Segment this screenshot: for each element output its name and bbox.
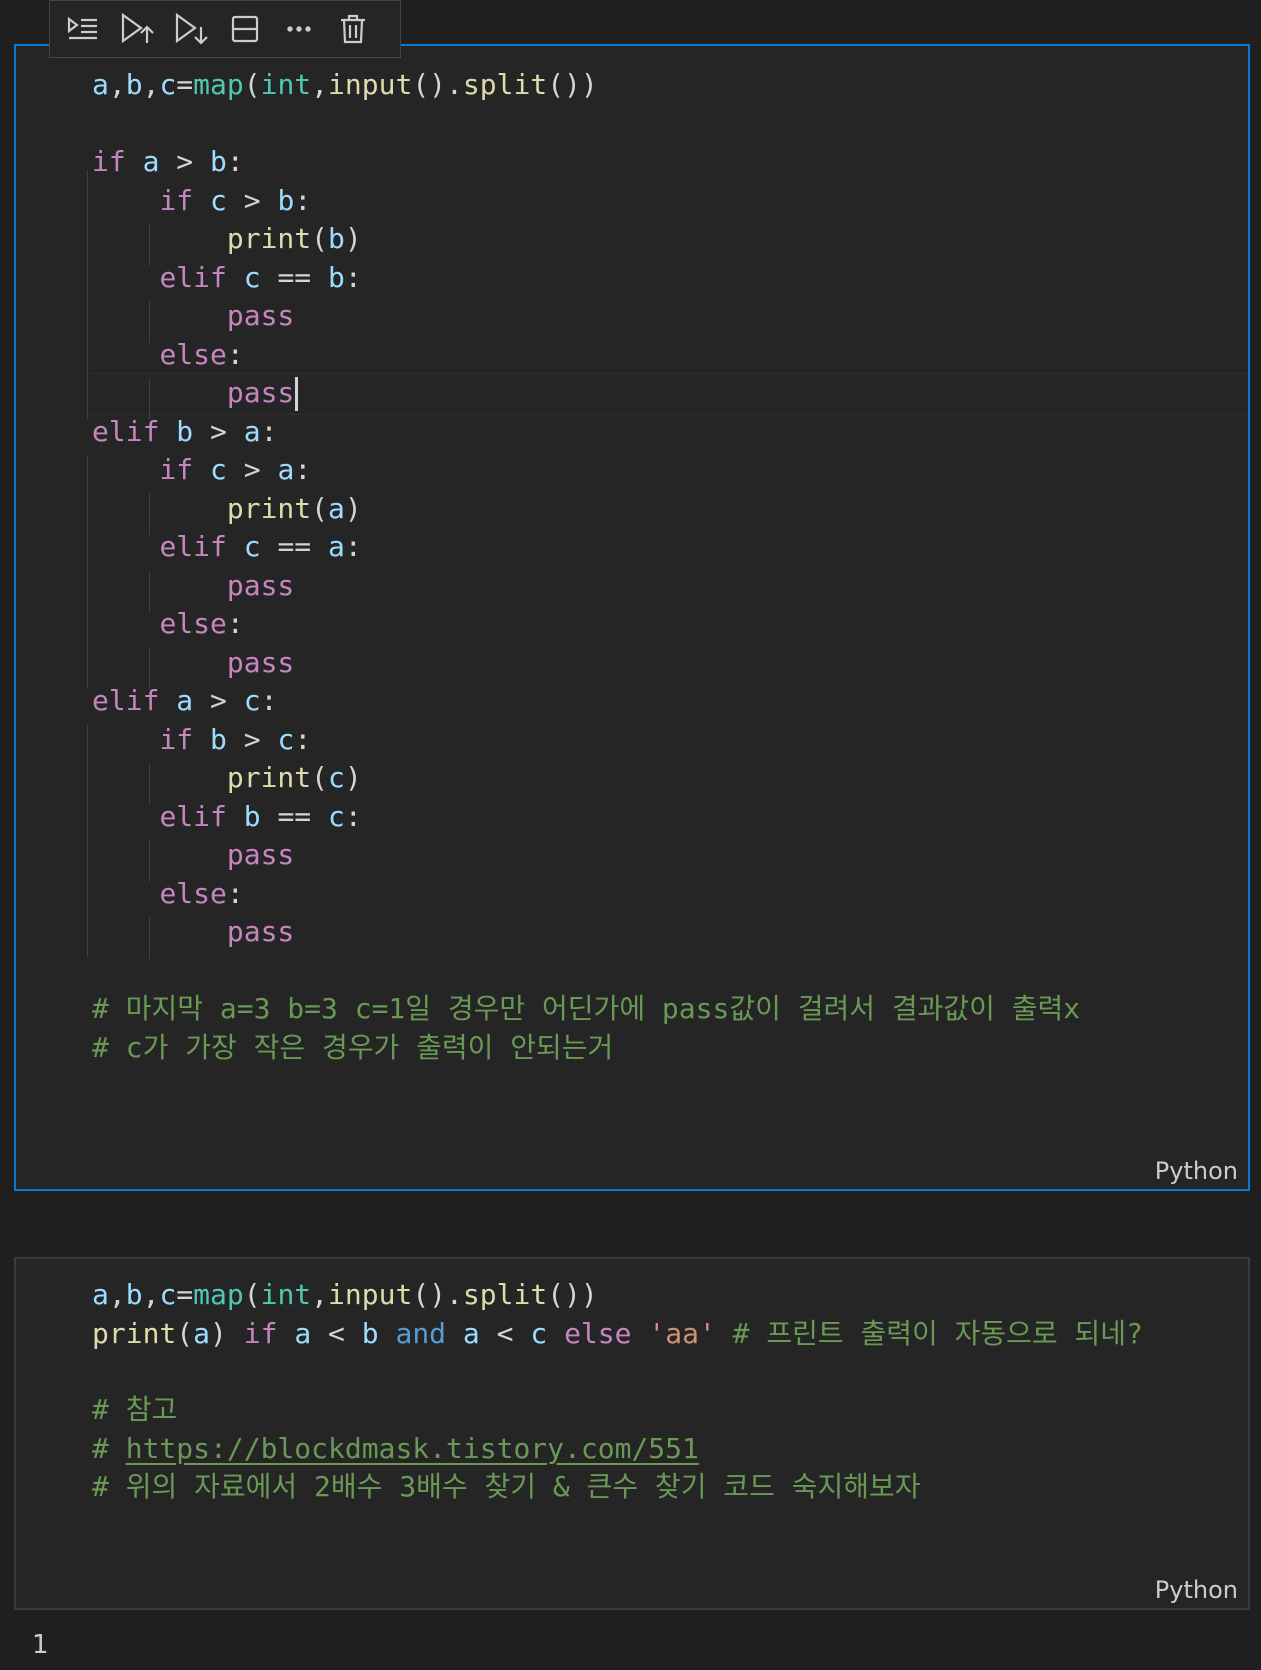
code-line[interactable]: elif a > c:: [92, 680, 277, 722]
code-line[interactable]: elif c == b:: [92, 257, 361, 299]
code-line[interactable]: if c > a:: [92, 449, 311, 491]
code-line[interactable]: a,b,c=map(int,input().split()): [92, 64, 598, 106]
execute-above-cells-button[interactable]: [62, 8, 104, 50]
comment-line[interactable]: # c가 가장 작은 경우가 출력이 안되는거: [92, 1027, 613, 1069]
code-line[interactable]: print(a) if a < b and a < c else 'aa' # …: [92, 1313, 1143, 1355]
code-line[interactable]: pass: [92, 565, 294, 607]
code-line[interactable]: a,b,c=map(int,input().split()): [92, 1274, 598, 1316]
indent-guide: [87, 724, 88, 957]
cell-language-label[interactable]: Python: [1155, 1157, 1238, 1185]
split-cell-button[interactable]: [224, 8, 266, 50]
indent-guide: [87, 170, 88, 419]
comment-line[interactable]: # 위의 자료에서 2배수 3배수 찾기 & 큰수 찾기 코드 숙지해보자: [92, 1466, 921, 1508]
code-line[interactable]: print(b): [92, 218, 362, 260]
more-actions-button[interactable]: [278, 8, 320, 50]
code-line[interactable]: pass: [92, 372, 299, 414]
code-line[interactable]: pass: [92, 911, 294, 953]
comment-line[interactable]: # 참고: [92, 1389, 177, 1431]
run-above-icon: [121, 12, 154, 44]
code-line[interactable]: if c > b:: [92, 180, 311, 222]
text-cursor: [295, 377, 299, 411]
comment-line[interactable]: # https://blockdmask.tistory.com/551: [92, 1428, 699, 1470]
code-line[interactable]: print(a): [92, 488, 362, 530]
code-line[interactable]: else:: [92, 873, 243, 915]
delete-cell-button[interactable]: [332, 8, 374, 50]
code-cell-active[interactable]: a,b,c=map(int,input().split()) if a > b:…: [14, 44, 1250, 1191]
code-line[interactable]: pass: [92, 642, 294, 684]
code-cell[interactable]: a,b,c=map(int,input().split()) print(a) …: [14, 1257, 1250, 1610]
indent-guide: [87, 455, 88, 689]
code-line[interactable]: if a > b:: [92, 141, 244, 183]
code-line[interactable]: print(c): [92, 757, 362, 799]
code-line[interactable]: elif c == a:: [92, 526, 361, 568]
code-line[interactable]: elif b > a:: [92, 411, 277, 453]
reference-link[interactable]: https://blockdmask.tistory.com/551: [126, 1432, 699, 1465]
code-line[interactable]: else:: [92, 603, 243, 645]
code-line[interactable]: if b > c:: [92, 719, 311, 761]
cell-output: 1: [32, 1630, 49, 1660]
code-line[interactable]: pass: [92, 295, 294, 337]
code-line[interactable]: else:: [92, 334, 243, 376]
run-below-icon: [175, 12, 208, 45]
execute-cell-and-below-button[interactable]: [170, 8, 212, 50]
ellipsis-icon: [287, 26, 311, 32]
cell-language-label[interactable]: Python: [1155, 1576, 1238, 1604]
code-line[interactable]: elif b == c:: [92, 796, 361, 838]
run-by-line-icon: [67, 16, 97, 40]
comment-line[interactable]: # 마지막 a=3 b=3 c=1일 경우만 어딘가에 pass값이 걸려서 결…: [92, 988, 1080, 1030]
code-line[interactable]: pass: [92, 834, 294, 876]
execute-cell-and-above-button[interactable]: [116, 8, 158, 50]
trash-icon: [341, 14, 365, 44]
split-icon: [231, 15, 259, 43]
cell-toolbar: [49, 0, 401, 58]
